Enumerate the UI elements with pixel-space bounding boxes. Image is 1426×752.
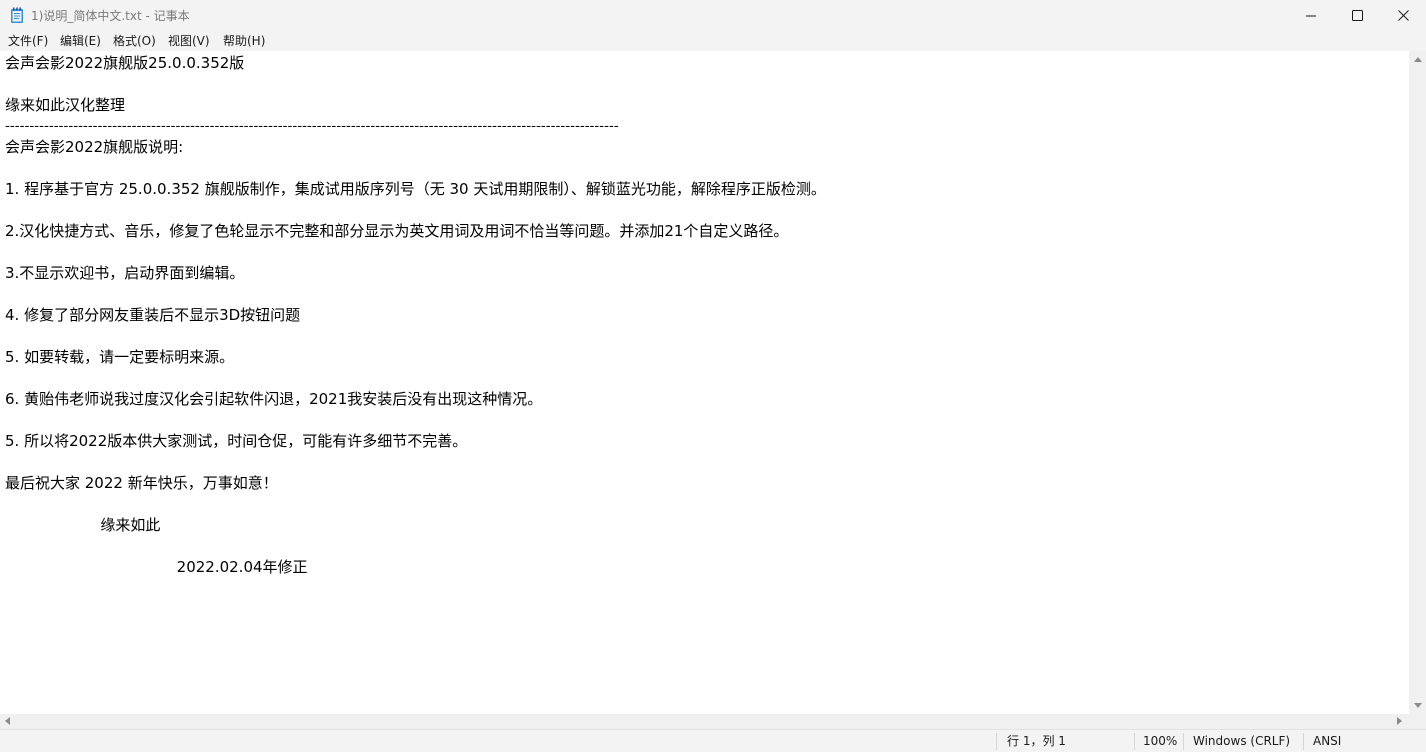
text-line: 最后祝大家 2022 新年快乐，万事如意！ (5, 474, 278, 492)
scroll-up-icon[interactable] (1414, 57, 1422, 62)
status-divider (996, 733, 997, 750)
maximize-icon (1351, 10, 1363, 21)
scroll-down-icon[interactable] (1414, 703, 1422, 708)
status-bar: 行 1，列 1 100% Windows (CRLF) ANSI (0, 729, 1426, 752)
menu-help[interactable]: 帮助(H) (223, 33, 265, 49)
text-editor[interactable]: 会声会影2022旗舰版25.0.0.352版 缘来如此汉化整理 --------… (0, 51, 1409, 714)
zoom-level: 100% (1143, 734, 1178, 748)
text-line: 会声会影2022旗舰版说明: (5, 138, 184, 156)
menu-format[interactable]: 格式(O) (113, 33, 156, 49)
notepad-window: 1)说明_简体中文.txt - 记事本 文件(F) 编辑(E) 格式(O) 视图… (0, 0, 1426, 752)
close-icon (1397, 10, 1409, 21)
cursor-position: 行 1，列 1 (1007, 734, 1066, 748)
encoding: ANSI (1313, 734, 1342, 748)
scroll-left-icon[interactable] (5, 717, 10, 725)
status-divider (1303, 733, 1304, 750)
text-line: 会声会影2022旗舰版25.0.0.352版 (5, 54, 245, 72)
status-divider (1183, 733, 1184, 750)
menu-bar: 文件(F) 编辑(E) 格式(O) 视图(V) 帮助(H) (0, 31, 1426, 51)
text-line: 4. 修复了部分网友重装后不显示3D按钮问题 (5, 306, 301, 324)
scrollbar-corner (1409, 714, 1426, 729)
status-divider (1134, 733, 1135, 750)
text-line: 缘来如此 (5, 516, 161, 534)
text-line: 2022.02.04年修正 (5, 558, 308, 576)
vertical-scrollbar[interactable] (1409, 51, 1426, 714)
text-line: 3.不显示欢迎书，启动界面到编辑。 (5, 264, 245, 282)
horizontal-scrollbar[interactable] (0, 714, 1409, 729)
text-line: 5. 如要转载，请一定要标明来源。 (5, 348, 235, 366)
close-button[interactable] (1380, 0, 1426, 31)
maximize-button[interactable] (1334, 0, 1380, 31)
window-title: 1)说明_简体中文.txt - 记事本 (31, 9, 190, 23)
minimize-button[interactable] (1288, 0, 1334, 31)
text-line: 2.汉化快捷方式、音乐，修复了色轮显示不完整和部分显示为英文用词及用词不恰当等问… (5, 222, 789, 240)
text-line: 6. 黄贻伟老师说我过度汉化会引起软件闪退，2021我安装后没有出现这种情况。 (5, 390, 543, 408)
menu-file[interactable]: 文件(F) (8, 33, 48, 49)
title-bar[interactable]: 1)说明_简体中文.txt - 记事本 (0, 0, 1426, 31)
text-line: 5. 所以将2022版本供大家测试，时间仓促，可能有许多细节不完善。 (5, 432, 468, 450)
menu-edit[interactable]: 编辑(E) (60, 33, 101, 49)
separator-line: ----------------------------------------… (5, 118, 619, 134)
line-ending: Windows (CRLF) (1193, 734, 1291, 748)
minimize-icon (1306, 15, 1316, 16)
notepad-icon (11, 7, 23, 23)
menu-view[interactable]: 视图(V) (168, 33, 210, 49)
text-line: 缘来如此汉化整理 (5, 96, 126, 114)
text-line: 1. 程序基于官方 25.0.0.352 旗舰版制作，集成试用版序列号（无 30… (5, 180, 826, 198)
scroll-right-icon[interactable] (1397, 717, 1402, 725)
